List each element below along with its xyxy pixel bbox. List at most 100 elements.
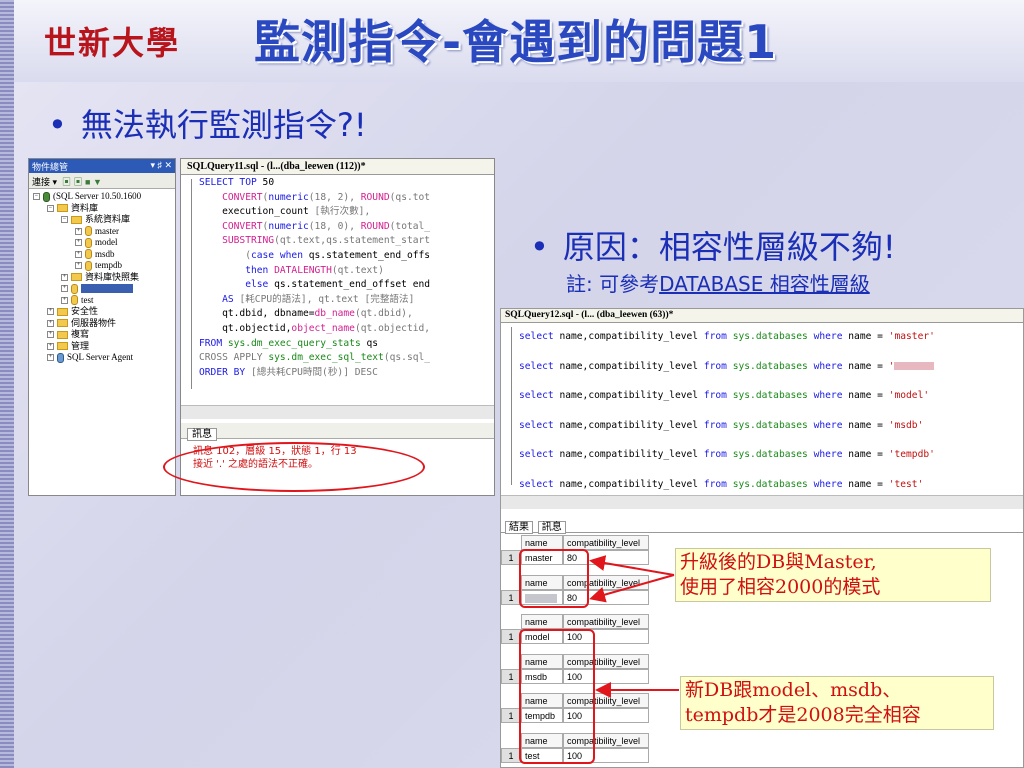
horizontal-scrollbar-2[interactable] bbox=[501, 495, 1023, 509]
row-number: 1 bbox=[501, 668, 521, 684]
folder-icon bbox=[71, 273, 82, 282]
expand-icon[interactable]: + bbox=[75, 227, 82, 235]
slide-title: 監測指令-會遇到的問題1 bbox=[254, 15, 778, 69]
collapse-icon[interactable]: − bbox=[47, 204, 54, 212]
expand-icon[interactable]: + bbox=[75, 262, 82, 270]
callout-1-line-2: 使用了相容2000的模式 bbox=[680, 576, 881, 598]
code-line: then DATALENGTH(qt.text) bbox=[199, 264, 384, 276]
collapse-icon[interactable]: − bbox=[61, 216, 68, 224]
folder-icon bbox=[57, 204, 68, 213]
university-logo: 世新大學 bbox=[44, 24, 181, 62]
callout-2-line-2: tempdb才是2008完全相容 bbox=[685, 704, 921, 726]
tree-node[interactable]: + 複寫 bbox=[29, 329, 175, 341]
note-prefix: 註: 可參考 bbox=[566, 272, 660, 296]
row-number: 1 bbox=[501, 708, 521, 723]
expand-icon[interactable]: + bbox=[47, 331, 54, 339]
horizontal-scrollbar[interactable] bbox=[181, 405, 494, 419]
tree-node[interactable]: + 管理 bbox=[29, 341, 175, 353]
tree-node[interactable]: + 安全性 bbox=[29, 306, 175, 318]
tree-node-label: msdb bbox=[95, 248, 115, 259]
row-number: 1 bbox=[501, 747, 521, 763]
expand-icon[interactable]: + bbox=[61, 285, 68, 293]
bullet-dot-icon: • bbox=[530, 228, 549, 266]
query-tab-2[interactable]: SQLQuery12.sql - (l... (dba_leewen (63))… bbox=[501, 309, 1023, 323]
callout-1-line-1: 升級後的DB與Master, bbox=[680, 551, 877, 573]
reference-note: 註: 可參考DATABASE 相容性層級 bbox=[566, 268, 870, 297]
code-line: qt.dbid, dbname=db_name(qt.dbid), bbox=[199, 308, 413, 320]
object-tree: − (SQL Server 10.50.1600− 資料庫 − 系統資料庫 + master… bbox=[29, 189, 175, 364]
query-tab-1[interactable]: SQLQuery11.sql - (l...(dba_leewen (112))… bbox=[181, 159, 494, 175]
expand-icon[interactable]: + bbox=[47, 319, 54, 327]
tree-node-label: 安全性 bbox=[71, 306, 99, 316]
tree-node[interactable]: + bbox=[29, 283, 175, 295]
folder-icon bbox=[57, 307, 68, 316]
messages-tabbar: 訊息 bbox=[181, 423, 494, 441]
tree-node[interactable]: + msdb bbox=[29, 249, 175, 261]
connect-dropdown[interactable]: 連接 ▾ bbox=[32, 177, 57, 187]
row-number: 1 bbox=[501, 629, 521, 644]
tree-node-label: SQL Server Agent bbox=[67, 352, 134, 362]
expand-icon[interactable]: + bbox=[47, 342, 54, 350]
collapse-icon[interactable]: − bbox=[33, 193, 40, 201]
bullet-cannot-run: • 無法執行監測指令?! bbox=[48, 100, 367, 146]
tree-node-label: model bbox=[95, 237, 118, 247]
tree-node-label: (SQL Server 10.50.1600 bbox=[53, 191, 142, 201]
code-line: select name,compatibility_level from sys… bbox=[519, 478, 924, 490]
expand-icon[interactable]: + bbox=[61, 273, 68, 281]
expand-icon[interactable]: + bbox=[75, 239, 82, 247]
callout-compat-2008: 新DB跟model、msdb、 tempdb才是2008完全相容 bbox=[680, 676, 994, 730]
tree-node[interactable]: + 資料庫快照集 bbox=[29, 272, 175, 284]
tree-node-label: master bbox=[95, 225, 119, 236]
tree-node[interactable]: − 資料庫 bbox=[29, 203, 175, 215]
redacted-label bbox=[81, 284, 133, 294]
messages-tab-2[interactable]: 訊息 bbox=[537, 521, 566, 534]
code-line: CROSS APPLY sys.dm_exec_sql_text(qs.sql_ bbox=[199, 352, 431, 364]
object-explorer-title: 物件總管 bbox=[32, 162, 69, 172]
left-decorative-stripe bbox=[0, 0, 14, 768]
error-highlight-ellipse bbox=[163, 442, 425, 492]
code-line: AS [耗CPU的語法], qt.text [完整語法] bbox=[199, 293, 415, 305]
code-line: execution_count [執行次數], bbox=[199, 206, 371, 218]
col-header-name[interactable]: name bbox=[521, 614, 563, 629]
messages-tab[interactable]: 訊息 bbox=[187, 428, 217, 441]
code-line: select name,compatibility_level from sys… bbox=[519, 331, 935, 342]
tree-node-label: 複寫 bbox=[71, 329, 90, 339]
tree-node[interactable]: + test bbox=[29, 295, 175, 307]
database-compat-link[interactable]: DATABASE 相容性層級 bbox=[659, 272, 870, 296]
col-header-level[interactable]: compatibility_level bbox=[563, 614, 649, 629]
tree-node[interactable]: + model bbox=[29, 237, 175, 249]
code-line: select name,compatibility_level from sys… bbox=[519, 449, 935, 460]
tree-node[interactable]: − 系統資料庫 bbox=[29, 214, 175, 226]
tree-node-label: 管理 bbox=[71, 340, 90, 351]
tree-node-label: test bbox=[81, 294, 94, 305]
tree-node[interactable]: + 伺服器物件 bbox=[29, 318, 175, 330]
tree-node-label: tempdb bbox=[95, 260, 122, 270]
database-icon bbox=[85, 249, 92, 260]
tree-node[interactable]: + SQL Server Agent bbox=[29, 352, 175, 364]
tree-node[interactable]: + master bbox=[29, 226, 175, 238]
bullet-dot-icon: • bbox=[48, 106, 67, 144]
highlight-box-80 bbox=[519, 549, 589, 608]
row-number: 1 bbox=[501, 550, 521, 565]
tree-node[interactable]: + tempdb bbox=[29, 260, 175, 272]
expand-icon[interactable]: + bbox=[47, 308, 54, 316]
expand-icon[interactable]: + bbox=[61, 296, 68, 304]
expand-icon[interactable]: + bbox=[47, 354, 54, 362]
bullet-1-text: 無法執行監測指令?! bbox=[80, 106, 367, 144]
results-tab[interactable]: 結果 bbox=[505, 521, 533, 534]
col-header-level[interactable]: compatibility_level bbox=[563, 535, 649, 550]
col-header-name[interactable]: name bbox=[521, 535, 563, 550]
tree-node[interactable]: − (SQL Server 10.50.1600 bbox=[29, 191, 175, 203]
callout-2-line-1: 新DB跟model、msdb、 bbox=[685, 679, 902, 701]
expand-icon[interactable]: + bbox=[75, 250, 82, 258]
sql-editor-1[interactable]: SELECT TOP 50 CONVERT(numeric(18, 2), RO… bbox=[181, 176, 494, 406]
code-line: else qs.statement_end_offset end bbox=[199, 279, 431, 291]
code-line: ORDER BY [總共耗CPU時間(秒)] DESC bbox=[199, 366, 378, 378]
object-explorer-titlebar: 物件總管 ▾ ♯ ✕ bbox=[29, 159, 175, 173]
toolbar-icons[interactable]: ▣ ▣ ■ ▼ bbox=[60, 177, 102, 187]
code-line: select name,compatibility_level from sys… bbox=[519, 390, 930, 401]
database-icon bbox=[85, 237, 92, 248]
panel-controls[interactable]: ▾ ♯ ✕ bbox=[150, 160, 172, 172]
agent-icon bbox=[57, 352, 64, 363]
database-icon bbox=[85, 260, 92, 271]
